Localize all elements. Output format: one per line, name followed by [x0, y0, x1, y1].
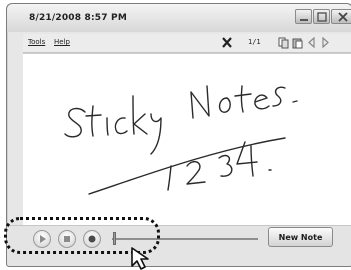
new-note-button[interactable]: New Note	[268, 227, 333, 247]
handwriting-drawing	[64, 85, 298, 195]
ink-stroke-period	[292, 100, 298, 103]
note-canvas[interactable]	[23, 53, 351, 226]
ink-stroke-t	[91, 105, 94, 137]
minimize-icon	[300, 19, 308, 21]
ink-stroke-4-stem	[250, 145, 254, 177]
minimize-button[interactable]	[295, 9, 312, 24]
copy-icon	[278, 37, 289, 49]
paste-button[interactable]	[292, 36, 304, 49]
page-indicator: 1/1	[248, 38, 261, 46]
window-title: 8/21/2008 8:57 PM	[29, 13, 128, 23]
copy-button[interactable]	[278, 36, 290, 49]
ink-stroke-1	[167, 165, 172, 191]
ink-stroke-o	[218, 97, 231, 113]
ink-stroke-k	[132, 95, 135, 135]
ink-stroke-s	[64, 107, 86, 138]
close-button[interactable]	[331, 9, 351, 24]
ink-stroke-t-bar	[85, 114, 102, 117]
ink-stroke-t2-bar	[234, 93, 252, 97]
delete-note-button[interactable]	[221, 36, 233, 49]
paste-icon	[292, 38, 303, 49]
close-icon	[338, 12, 348, 22]
ink-stroke-i	[106, 117, 109, 136]
ink-stroke-c	[114, 117, 128, 135]
menu-tools[interactable]: Tools	[28, 38, 45, 46]
menu-bar: Tools Help 1/1	[23, 34, 351, 53]
ink-stroke-y	[150, 113, 162, 155]
menu-help[interactable]: Help	[54, 38, 70, 46]
next-page-icon	[322, 36, 329, 49]
previous-page-icon	[308, 36, 315, 49]
maximize-icon	[317, 12, 327, 22]
delete-icon	[222, 37, 232, 48]
ink-stroke-k-arm	[133, 113, 148, 135]
next-page-button[interactable]	[320, 36, 330, 49]
title-bar[interactable]: 8/21/2008 8:57 PM	[7, 4, 351, 32]
ink-stroke-e	[254, 94, 270, 110]
ink-stroke-n	[190, 85, 210, 119]
previous-page-button[interactable]	[307, 36, 317, 49]
ink-stroke-s2	[272, 86, 286, 107]
mouse-cursor-icon	[131, 247, 149, 270]
ink-stroke-3	[218, 154, 233, 177]
ink-stroke-2	[186, 160, 206, 185]
maximize-button[interactable]	[313, 9, 330, 24]
ink-stroke-t2	[240, 85, 244, 113]
